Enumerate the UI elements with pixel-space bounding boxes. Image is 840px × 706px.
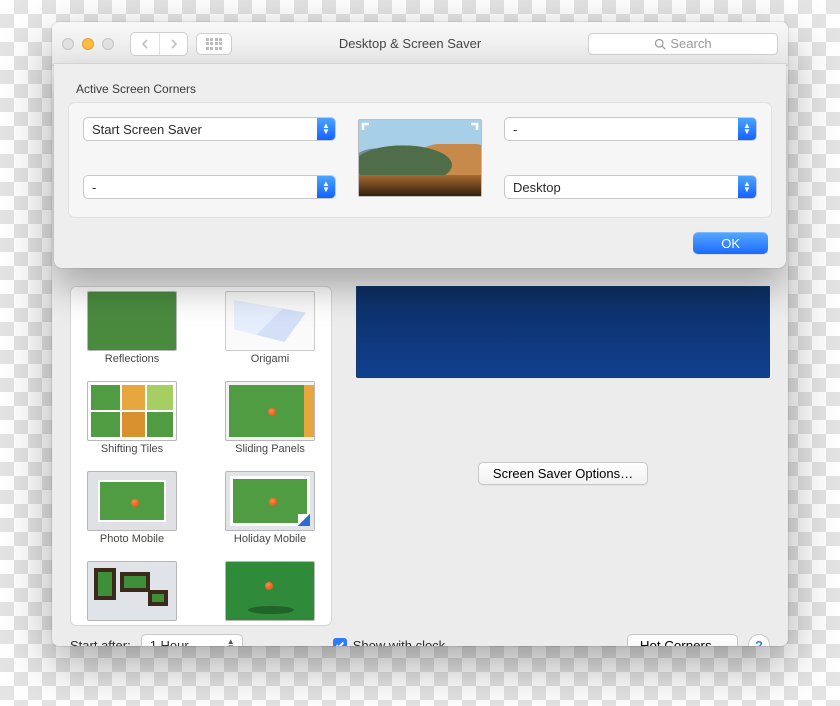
prefs-window: Desktop & Screen Saver Search Reflection… <box>52 22 788 646</box>
screensaver-list[interactable]: Reflections Origami Shifting Tiles <box>70 286 332 626</box>
preview-panel: Screen Saver Options… <box>356 286 770 626</box>
help-button[interactable]: ? <box>748 634 770 646</box>
thumbnail-icon <box>225 291 315 351</box>
corner-indicator-icon <box>361 122 375 136</box>
corner-top-right-value: - <box>505 118 738 140</box>
corner-indicator-icon <box>465 122 479 136</box>
nav-back-forward <box>130 32 188 56</box>
list-item-label: Shifting Tiles <box>101 443 163 457</box>
start-after-value: 1 Hour <box>150 638 189 647</box>
forward-button[interactable] <box>159 33 187 55</box>
show-all-button[interactable] <box>196 33 232 55</box>
corner-indicator-icon <box>361 180 375 194</box>
hot-corners-button[interactable]: Hot Corners… <box>627 634 738 646</box>
list-item-label: Photo Mobile <box>100 533 164 547</box>
popup-arrows-icon: ▲▼ <box>317 118 335 140</box>
list-item[interactable]: Reflections <box>77 291 187 367</box>
list-item[interactable]: Sliding Panels <box>215 381 325 457</box>
hot-corners-sheet: Active Screen Corners Start Screen Saver… <box>54 64 786 268</box>
zoom-window-icon[interactable] <box>102 38 114 50</box>
popup-arrows-icon: ▲▼ <box>317 176 335 198</box>
back-button[interactable] <box>131 33 159 55</box>
list-item[interactable]: Origami <box>215 291 325 367</box>
corner-bottom-right-value: Desktop <box>505 176 738 198</box>
thumbnail-icon <box>225 381 315 441</box>
start-after-label: Start after: <box>70 638 131 647</box>
thumbnail-icon <box>225 471 315 531</box>
corner-top-right-popup[interactable]: - ▲▼ <box>504 117 757 141</box>
popup-arrows-icon: ▲▼ <box>738 176 756 198</box>
start-after-popup[interactable]: 1 Hour ▲▼ <box>141 634 243 646</box>
minimize-window-icon[interactable] <box>82 38 94 50</box>
list-item-label: Sliding Panels <box>235 443 305 457</box>
list-item[interactable] <box>77 561 187 626</box>
list-item-label: Reflections <box>105 353 159 367</box>
bottom-bar: Start after: 1 Hour ▲▼ Show with clock H… <box>70 626 770 646</box>
search-placeholder: Search <box>670 36 711 51</box>
show-with-clock-label: Show with clock <box>353 638 445 647</box>
thumbnail-icon <box>225 561 315 621</box>
help-icon: ? <box>755 638 763 647</box>
popup-stepper-icon: ▲▼ <box>224 639 238 646</box>
list-item[interactable] <box>215 561 325 626</box>
thumbnail-icon <box>87 471 177 531</box>
titlebar: Desktop & Screen Saver Search <box>52 22 788 66</box>
search-input[interactable]: Search <box>588 33 778 55</box>
sheet-section-label: Active Screen Corners <box>76 82 772 96</box>
close-window-icon[interactable] <box>62 38 74 50</box>
search-icon <box>654 38 666 50</box>
corner-bottom-right-popup[interactable]: Desktop ▲▼ <box>504 175 757 199</box>
list-item-label: Holiday Mobile <box>234 533 306 547</box>
corner-indicator-icon <box>465 180 479 194</box>
corners-grid: Start Screen Saver ▲▼ - ▲▼ - ▲▼ <box>68 102 772 218</box>
thumbnail-icon <box>87 561 177 621</box>
show-with-clock-checkbox[interactable]: Show with clock <box>333 638 445 647</box>
window-title: Desktop & Screen Saver <box>240 36 580 51</box>
desktop-preview-thumbnail <box>358 119 482 197</box>
ok-button[interactable]: OK <box>693 232 768 254</box>
corner-top-left-value: Start Screen Saver <box>84 118 317 140</box>
list-item[interactable]: Photo Mobile <box>77 471 187 547</box>
popup-arrows-icon: ▲▼ <box>738 118 756 140</box>
window-controls <box>62 38 114 50</box>
thumbnail-icon <box>87 291 177 351</box>
content-row: Reflections Origami Shifting Tiles <box>70 286 770 626</box>
preview-image <box>356 286 770 378</box>
window-body: Reflections Origami Shifting Tiles <box>52 66 788 646</box>
thumbnail-icon <box>87 381 177 441</box>
screen-saver-options-button[interactable]: Screen Saver Options… <box>478 462 648 485</box>
list-item-label: Origami <box>251 353 290 367</box>
corner-top-left-popup[interactable]: Start Screen Saver ▲▼ <box>83 117 336 141</box>
list-item[interactable]: Shifting Tiles <box>77 381 187 457</box>
corner-bottom-left-value: - <box>84 176 317 198</box>
list-item[interactable]: Holiday Mobile <box>215 471 325 547</box>
corner-bottom-left-popup[interactable]: - ▲▼ <box>83 175 336 199</box>
checkbox-checked-icon <box>333 638 347 646</box>
sheet-footer: OK <box>68 218 772 254</box>
